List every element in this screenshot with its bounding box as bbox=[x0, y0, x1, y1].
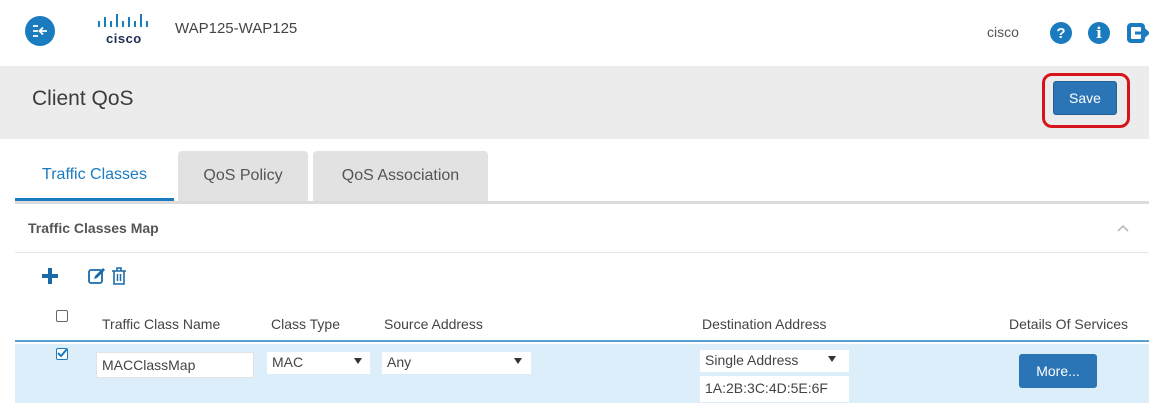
destination-address-input[interactable]: 1A:2B:3C:4D:5E:6F bbox=[700, 376, 849, 402]
page-title: Client QoS bbox=[32, 87, 134, 110]
table-header: Traffic Class Name Class Type Source Add… bbox=[15, 304, 1149, 342]
traffic-classes-panel: Traffic Classes Map Traffic Class Name C… bbox=[15, 201, 1149, 403]
traffic-class-name-input[interactable]: MACClassMap bbox=[96, 352, 254, 378]
class-type-value: MAC bbox=[272, 354, 304, 370]
chevron-up-icon[interactable] bbox=[1115, 220, 1131, 236]
info-icon[interactable]: i bbox=[1088, 22, 1110, 44]
class-type-select[interactable]: MAC bbox=[267, 352, 370, 374]
source-address-select[interactable]: Any bbox=[382, 352, 531, 374]
row-checkbox[interactable] bbox=[56, 348, 68, 360]
logout-icon[interactable] bbox=[1126, 21, 1149, 45]
device-name: WAP125-WAP125 bbox=[175, 20, 298, 37]
col-destination-address: Destination Address bbox=[702, 316, 827, 332]
panel-title: Traffic Classes Map bbox=[28, 220, 159, 236]
edit-icon[interactable] bbox=[87, 266, 107, 286]
table-row: MACClassMap MAC Any Single Address 1A:2B… bbox=[15, 344, 1149, 403]
help-icon[interactable]: ? bbox=[1050, 22, 1072, 44]
chevron-down-icon bbox=[514, 358, 522, 364]
username: cisco bbox=[987, 24, 1019, 40]
col-details-of-services: Details Of Services bbox=[1009, 316, 1129, 332]
page-title-bar: Client QoS Save bbox=[0, 66, 1149, 139]
more-details-button[interactable]: More... bbox=[1019, 354, 1097, 388]
col-traffic-class-name: Traffic Class Name bbox=[102, 316, 221, 332]
col-class-type: Class Type bbox=[271, 316, 340, 332]
destination-address-select[interactable]: Single Address bbox=[700, 350, 849, 372]
top-header: cisco WAP125-WAP125 cisco ? i bbox=[0, 0, 1149, 66]
destination-mode-value: Single Address bbox=[705, 352, 799, 368]
delete-icon[interactable] bbox=[109, 266, 129, 286]
select-all-checkbox[interactable] bbox=[56, 310, 68, 322]
tab-qos-policy[interactable]: QoS Policy bbox=[178, 151, 308, 201]
col-source-address: Source Address bbox=[384, 316, 483, 332]
panel-header: Traffic Classes Map bbox=[15, 204, 1149, 253]
tab-qos-association[interactable]: QoS Association bbox=[313, 151, 488, 201]
add-icon[interactable] bbox=[40, 266, 60, 286]
chevron-down-icon bbox=[354, 358, 362, 364]
cisco-wordmark: cisco bbox=[106, 31, 142, 46]
tab-bar: Traffic Classes QoS Policy QoS Associati… bbox=[0, 139, 1149, 201]
chevron-down-icon bbox=[828, 356, 836, 362]
tab-traffic-classes[interactable]: Traffic Classes bbox=[15, 151, 174, 201]
source-address-value: Any bbox=[387, 354, 412, 370]
save-button[interactable]: Save bbox=[1053, 81, 1117, 115]
nav-toggle-icon[interactable] bbox=[25, 16, 55, 46]
